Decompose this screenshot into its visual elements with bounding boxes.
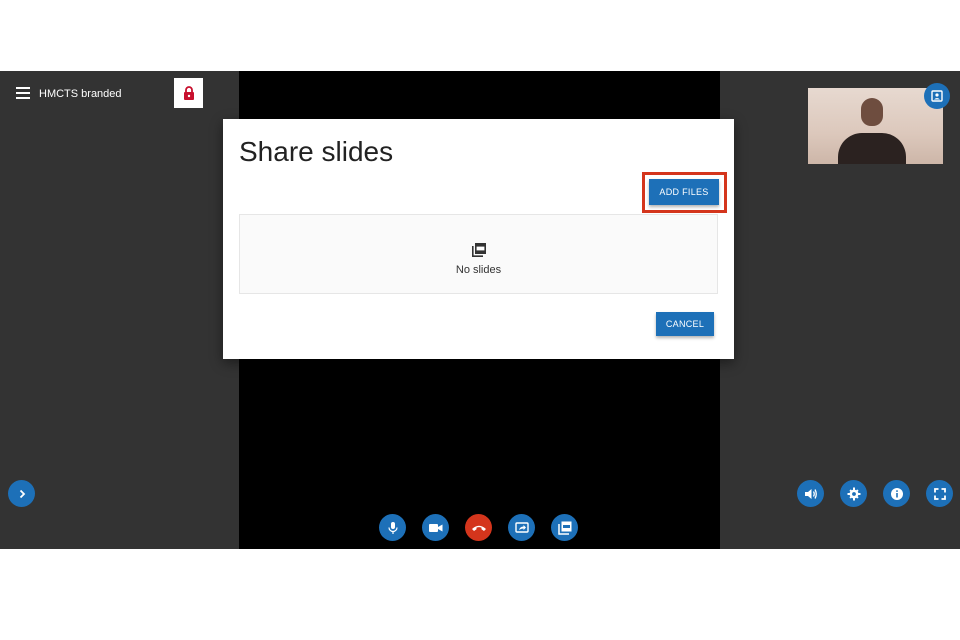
hang-up-icon bbox=[471, 525, 486, 531]
share-slides-icon bbox=[557, 521, 571, 535]
room-title: HMCTS branded bbox=[39, 88, 122, 100]
share-slides-button[interactable] bbox=[551, 514, 578, 541]
hamburger-menu-icon[interactable] bbox=[16, 87, 30, 99]
microphone-icon bbox=[387, 521, 398, 534]
slides-list: No slides bbox=[239, 214, 718, 294]
share-screen-button[interactable] bbox=[508, 514, 535, 541]
settings-icon bbox=[847, 487, 860, 500]
fullscreen-icon bbox=[933, 487, 946, 500]
info-icon bbox=[890, 487, 903, 500]
self-view-toggle-button[interactable] bbox=[924, 83, 950, 109]
cancel-button[interactable]: CANCEL bbox=[656, 312, 714, 336]
dialog-title: Share slides bbox=[239, 136, 394, 167]
fullscreen-button[interactable] bbox=[926, 480, 953, 507]
padlock-icon bbox=[183, 86, 194, 100]
hang-up-button[interactable] bbox=[465, 514, 492, 541]
video-camera-icon bbox=[428, 523, 442, 532]
share-slides-dialog: Share slides ADD FILES No slides CANCEL bbox=[223, 119, 734, 359]
add-files-button[interactable]: ADD FILES bbox=[649, 179, 719, 205]
participant-head bbox=[861, 98, 883, 126]
lock-room-button[interactable] bbox=[174, 78, 203, 108]
info-button[interactable] bbox=[883, 480, 910, 507]
volume-icon bbox=[804, 488, 817, 499]
participant-body bbox=[838, 133, 906, 164]
volume-button[interactable] bbox=[797, 480, 824, 507]
settings-button[interactable] bbox=[840, 480, 867, 507]
microphone-button[interactable] bbox=[379, 514, 406, 541]
camera-button[interactable] bbox=[422, 514, 449, 541]
contact-portrait-icon bbox=[931, 90, 943, 102]
self-view-video bbox=[808, 88, 943, 164]
chevron-right-icon bbox=[19, 489, 25, 498]
share-screen-icon bbox=[514, 521, 529, 533]
pdf-stack-icon bbox=[472, 243, 486, 257]
side-panel-toggle-button[interactable] bbox=[8, 480, 35, 507]
empty-slides-text: No slides bbox=[455, 264, 502, 276]
